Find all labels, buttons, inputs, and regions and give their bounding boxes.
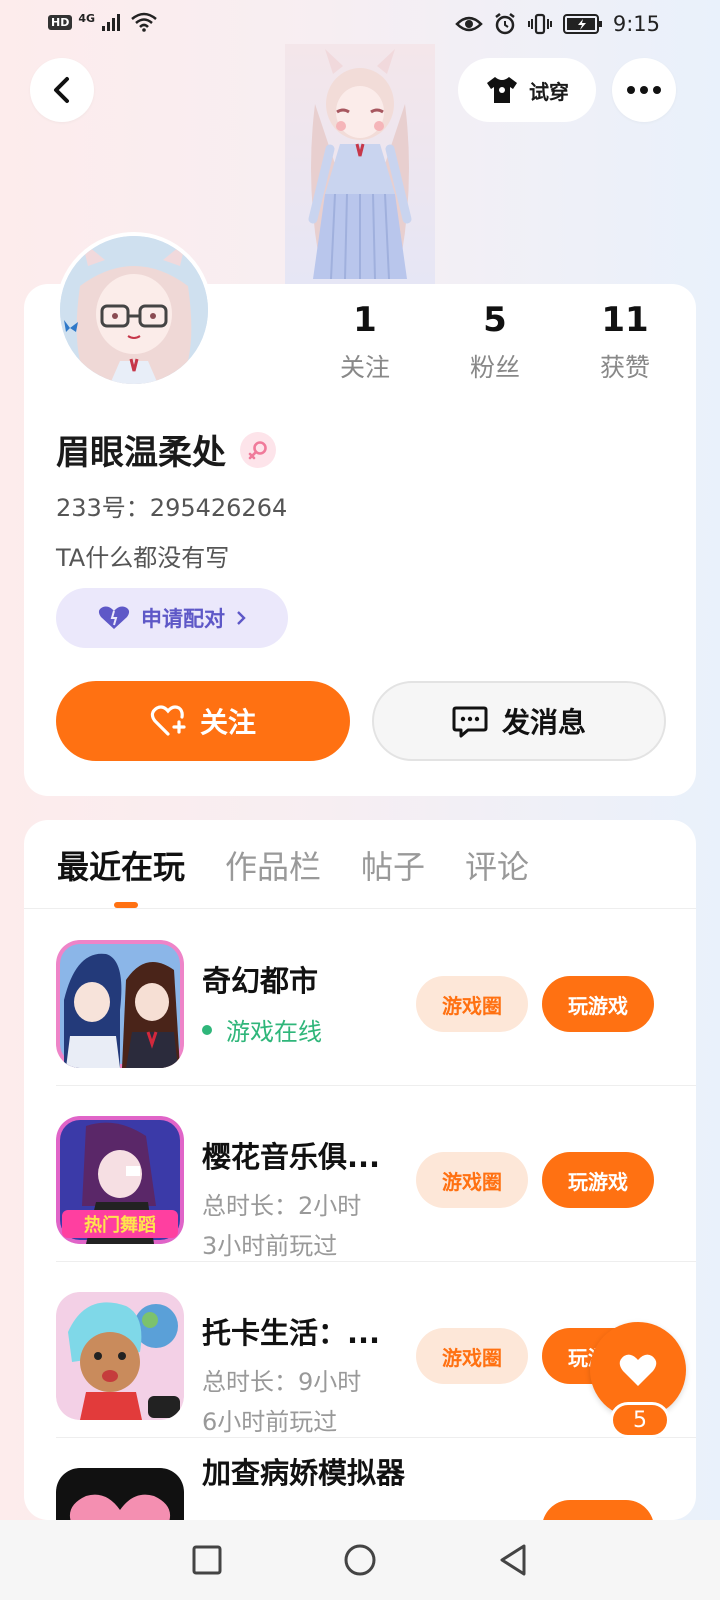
tab-comments[interactable]: 评论 (465, 842, 529, 888)
home-icon[interactable] (343, 1543, 377, 1577)
stat-value: 11 (601, 300, 649, 340)
list-item[interactable]: 热门舞蹈 樱花音乐俱... 总时长：2小时 3小时前玩过 游戏圈 玩游戏 (24, 1086, 696, 1262)
heart-pair-icon (98, 606, 130, 629)
game-icon (56, 1292, 184, 1420)
tab-posts[interactable]: 帖子 (361, 842, 425, 888)
chevron-left-icon (54, 77, 69, 103)
game-icon: 热门舞蹈 (56, 1116, 184, 1244)
stat-value: 1 (353, 300, 377, 340)
signal-label: 4G (78, 11, 96, 25)
female-icon (240, 431, 276, 468)
pair-request-button[interactable]: 申请配对 (56, 588, 288, 648)
stat-label: 关注 (339, 353, 390, 382)
like-count: 5 (610, 1402, 670, 1438)
back-button[interactable] (30, 58, 94, 122)
game-title: 加查病娇模拟器 (202, 1456, 406, 1490)
profile-tabs: 最近在玩 作品栏 帖子 评论 (57, 842, 529, 888)
tab-works[interactable]: 作品栏 (225, 842, 321, 888)
game-circle-button[interactable]: 游戏圈 (416, 976, 528, 1032)
back-nav-icon[interactable] (497, 1543, 529, 1577)
status-bar: HD 4G 9:15 (0, 0, 720, 48)
tryon-label: 试穿 (529, 79, 569, 104)
game-title: 奇幻都市 (202, 964, 319, 998)
game-total-time: 总时长：9小时 (202, 1368, 362, 1396)
play-game-button[interactable] (542, 1500, 654, 1520)
online-status-text: 游戏在线 (226, 1018, 322, 1046)
game-title: 樱花音乐俱... (202, 1140, 381, 1174)
hd-badge: HD (48, 14, 73, 30)
content-card: 最近在玩 作品栏 帖子 评论 奇幻都市 游戏在线 游戏圈 玩游戏 热门舞蹈 樱花… (24, 820, 696, 1520)
divider (24, 908, 696, 909)
game-icon (56, 1468, 184, 1520)
recent-apps-icon[interactable] (191, 1544, 223, 1576)
system-nav-bar (0, 1520, 720, 1600)
message-button[interactable]: 发消息 (372, 681, 666, 761)
game-total-time: 总时长：2小时 (202, 1192, 362, 1220)
stat-likes[interactable]: 11 获赞 (560, 300, 690, 384)
chevron-right-icon (237, 611, 246, 625)
tshirt-icon (487, 77, 517, 103)
follow-label: 关注 (199, 706, 256, 739)
signal-icon (102, 14, 121, 31)
message-label: 发消息 (501, 706, 586, 739)
user-id: 233号：295426264 (56, 494, 288, 522)
game-circle-button[interactable]: 游戏圈 (416, 1152, 528, 1208)
chat-bubble-icon (452, 706, 488, 738)
game-icon (56, 940, 184, 1068)
wifi-icon (131, 12, 157, 32)
more-dots-icon (627, 86, 661, 94)
hero-character-image (285, 44, 435, 284)
stat-followers[interactable]: 5 粉丝 (430, 300, 560, 384)
heart-icon (619, 1354, 657, 1386)
game-status: 游戏在线 (202, 1012, 322, 1047)
list-item[interactable]: 奇幻都市 游戏在线 游戏圈 玩游戏 (24, 910, 696, 1086)
battery-icon (562, 14, 602, 34)
status-time: 9:15 (612, 12, 660, 36)
profile-stats: 1 关注 5 粉丝 11 获赞 (300, 300, 690, 384)
alarm-icon (495, 13, 515, 35)
stat-following[interactable]: 1 关注 (300, 300, 430, 384)
avatar[interactable] (56, 232, 212, 388)
game-last-played: 6小时前玩过 (202, 1408, 338, 1436)
more-button[interactable] (612, 58, 676, 122)
stat-label: 获赞 (599, 353, 650, 382)
game-icon-label: 热门舞蹈 (84, 1214, 156, 1236)
pair-label: 申请配对 (141, 607, 225, 631)
heart-plus-icon (150, 705, 186, 736)
list-item[interactable]: 加查病娇模拟器 (24, 1438, 696, 1520)
eye-icon (455, 16, 483, 32)
play-game-button[interactable]: 玩游戏 (542, 976, 654, 1032)
username: 眉眼温柔处 (56, 425, 276, 474)
tryon-button[interactable]: 试穿 (458, 58, 596, 122)
game-circle-button[interactable]: 游戏圈 (416, 1328, 528, 1384)
vibrate-icon (527, 13, 552, 35)
play-game-button[interactable]: 玩游戏 (542, 1152, 654, 1208)
stat-label: 粉丝 (469, 353, 520, 382)
online-dot-icon (202, 1024, 212, 1035)
game-last-played: 3小时前玩过 (202, 1232, 338, 1260)
follow-button[interactable]: 关注 (56, 681, 350, 761)
username-text: 眉眼温柔处 (56, 433, 226, 473)
game-title: 托卡生活：... (202, 1316, 381, 1350)
user-bio: TA什么都没有写 (56, 544, 230, 572)
tab-recently-played[interactable]: 最近在玩 (57, 842, 185, 888)
stat-value: 5 (483, 300, 507, 340)
